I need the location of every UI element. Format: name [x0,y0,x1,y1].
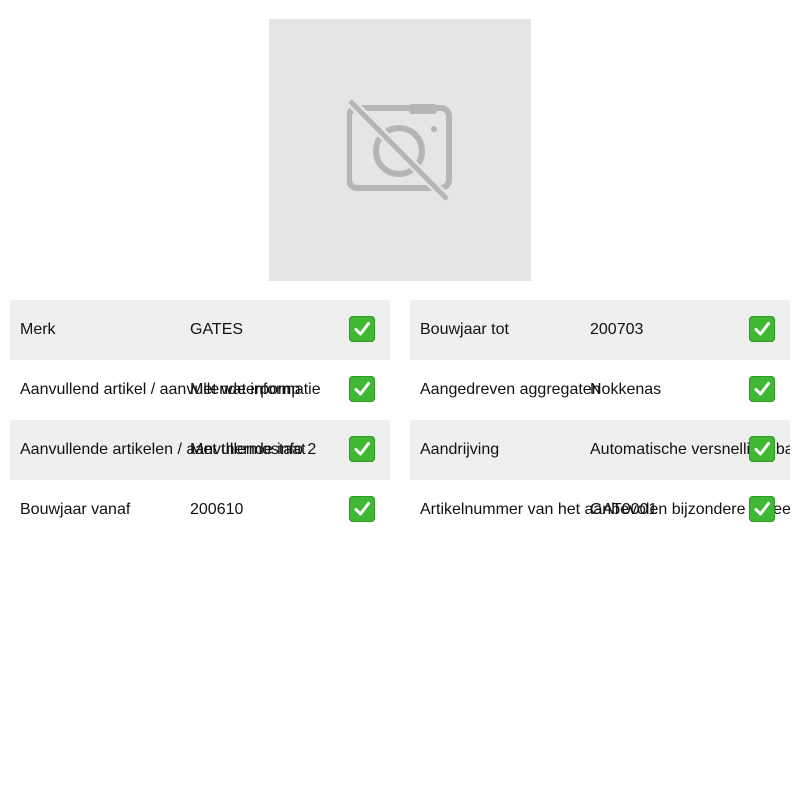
spec-row: Aangedreven aggregaten Nokkenas [410,360,790,420]
check-mark-icon [349,436,375,462]
spec-table-left: Merk GATES Aanvullend artikel / aanvulle… [10,300,390,540]
spec-value: 200703 [590,321,644,338]
spec-row: Artikelnummer van het aanbevolen bijzond… [410,480,790,540]
no-photo-icon [347,99,452,203]
spec-value: 200610 [190,501,244,518]
check-mark-icon [749,376,775,402]
spec-value: GATES [190,321,244,338]
spec-label: Merk [20,321,56,338]
spec-row: Aandrijving Automatische versnellingsbak [410,420,790,480]
check-mark-icon [749,436,775,462]
spec-row: Merk GATES [10,300,390,360]
spec-row: Aanvullend artikel / aanvullende informa… [10,360,390,420]
spec-label: Bouwjaar tot [420,321,509,338]
spec-label: Bouwjaar vanaf [20,501,131,518]
check-mark-icon [749,496,775,522]
check-mark-icon [749,316,775,342]
spec-table-right: Bouwjaar tot 200703 Aangedreven aggregat… [410,300,790,540]
spec-row: Bouwjaar vanaf 200610 [10,480,390,540]
spec-value: Nokkenas [590,381,662,398]
spec-label: Aangedreven aggregaten [420,381,601,398]
check-mark-icon [349,496,375,522]
spec-value: GAT0001 [590,501,658,518]
spec-row: Aanvullende artikelen / aanvullende info… [10,420,390,480]
product-image-placeholder [269,19,531,281]
spec-value: Met waterpomp [190,381,301,398]
spec-label: Aandrijving [420,441,500,458]
check-mark-icon [349,376,375,402]
check-mark-icon [349,316,375,342]
spec-row: Bouwjaar tot 200703 [410,300,790,360]
spec-value: Met thermostaat [190,441,306,458]
